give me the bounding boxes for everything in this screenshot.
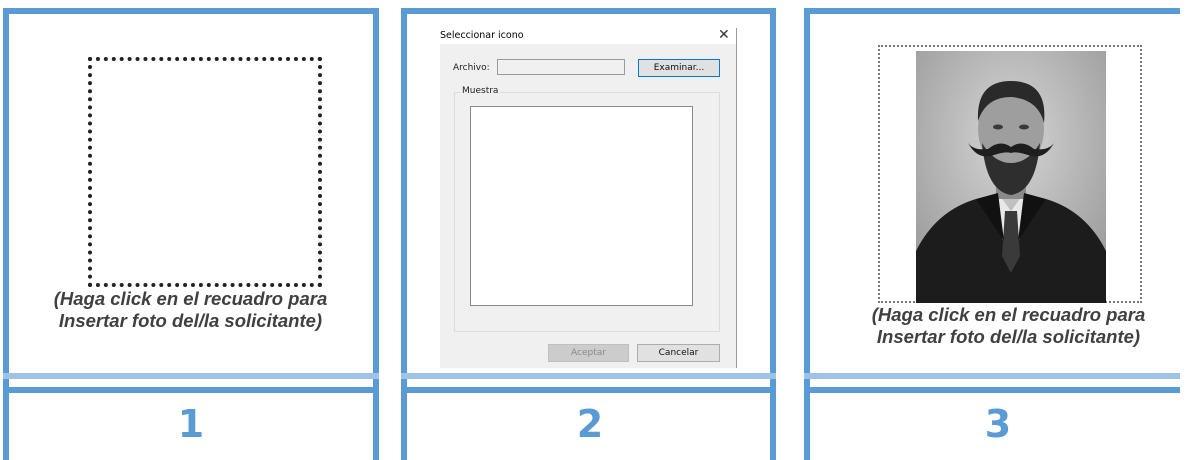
photo-instruction-caption-3: (Haga click en el recuadro para Insertar…: [836, 304, 1181, 348]
panel-step-3: (Haga click en el recuadro para Insertar…: [0, 0, 1188, 460]
caption-3-line-1: (Haga click en el recuadro para: [871, 304, 1146, 325]
person-photo-image: [916, 51, 1106, 303]
caption-3-line-2: Insertar foto del/la solicitante): [876, 326, 1141, 347]
panel-3-divider-upper: [804, 373, 1180, 379]
person-photo: [916, 51, 1106, 303]
panel-3-divider-lower: [804, 387, 1180, 393]
panel-3-top-border: [804, 8, 1180, 14]
step-number-3: 3: [984, 402, 1012, 446]
